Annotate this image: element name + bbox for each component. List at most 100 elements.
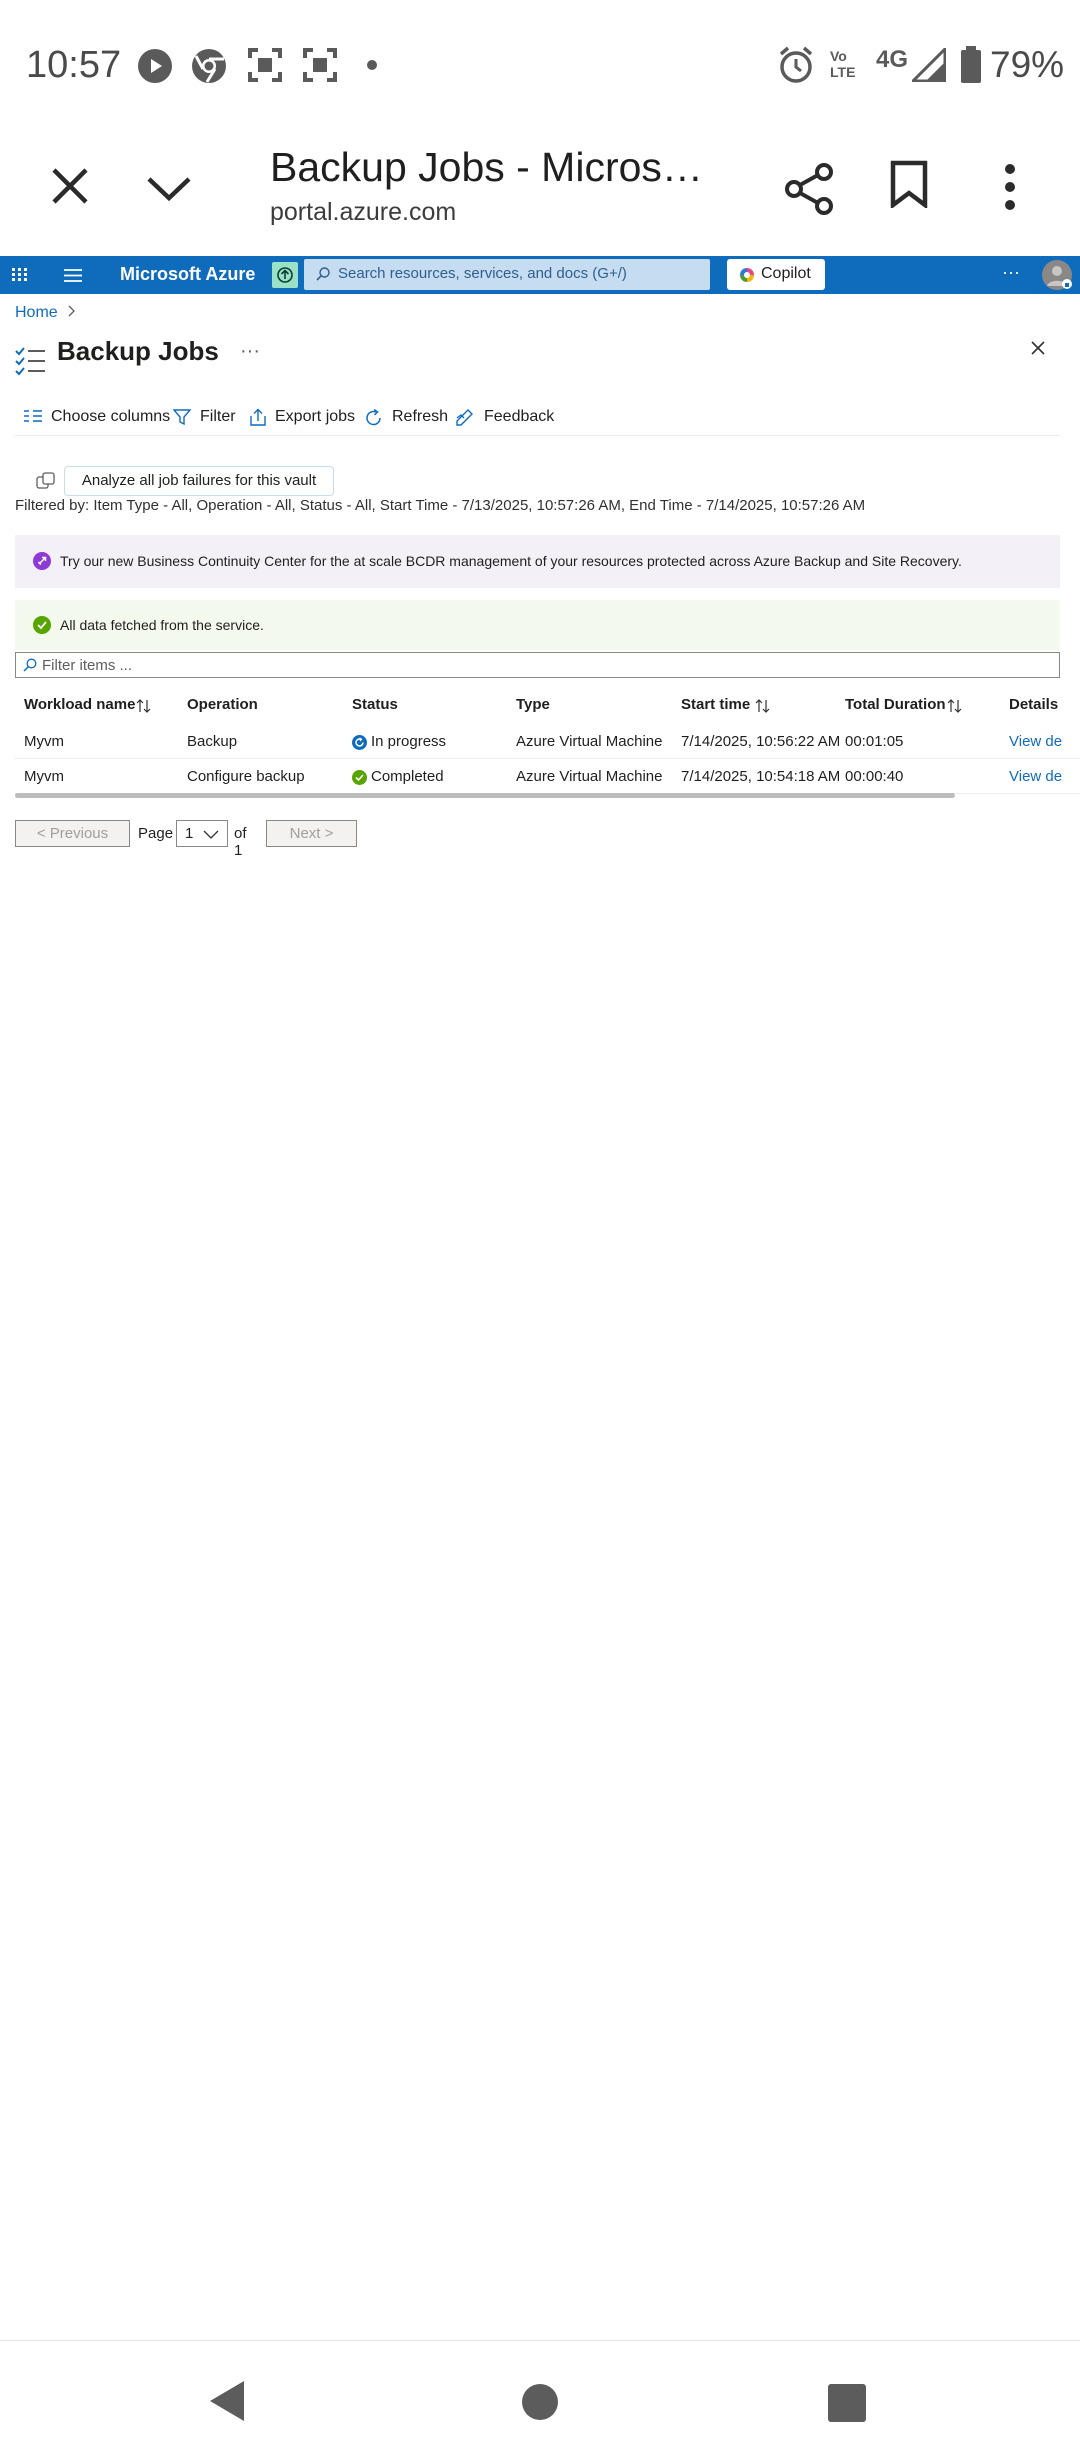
col-header-workload[interactable]: Workload name <box>24 688 174 724</box>
refresh-label: Refresh <box>392 408 449 425</box>
home-icon[interactable] <box>521 2383 559 2421</box>
page-label: Page <box>138 825 174 842</box>
filter-button[interactable]: Filter <box>173 403 243 433</box>
app-launcher-icon[interactable] <box>12 268 28 282</box>
copilot-icon <box>740 268 754 282</box>
promo-banner-text: Try our new Business Continuity Center f… <box>60 553 962 569</box>
feedback-icon <box>456 409 473 426</box>
next-page-button[interactable]: Next > <box>266 820 357 847</box>
title-more-button[interactable]: ··· <box>240 340 260 363</box>
sort-icon <box>755 699 770 713</box>
breadcrumb-chevron-icon <box>68 305 76 317</box>
export-jobs-button[interactable]: Export jobs <box>248 403 358 433</box>
col-header-operation-label: Operation <box>187 696 258 713</box>
in-progress-icon <box>352 735 367 750</box>
battery-level: 79% <box>990 44 1065 85</box>
col-header-total-duration[interactable]: Total Duration <box>845 688 985 724</box>
backup-jobs-icon <box>15 347 45 376</box>
filter-icon <box>173 409 191 426</box>
col-header-workload-label: Workload name <box>24 696 136 713</box>
analyze-job-failures-button[interactable]: Analyze all job failures for this vault <box>64 466 334 496</box>
col-header-type: Type <box>516 688 636 724</box>
view-details-link[interactable]: View de <box>1009 733 1062 750</box>
bookmark-icon[interactable] <box>890 160 928 208</box>
filter-summary: Filtered by: Item Type - All, Operation … <box>15 497 866 514</box>
cell-workload: Myvm <box>24 733 64 750</box>
previous-page-button[interactable]: < Previous <box>15 820 130 847</box>
cell-type: Azure Virtual Machine <box>516 733 663 750</box>
cell-status: In progress <box>371 733 447 750</box>
success-banner: All data fetched from the service. <box>15 600 1060 650</box>
cell-operation: Configure backup <box>187 768 305 785</box>
copilot-button[interactable]: Copilot <box>727 259 825 290</box>
rocket-icon <box>33 552 51 570</box>
cell-start-time: 7/14/2025, 10:56:22 AM <box>681 733 841 750</box>
chrome-notification-icon <box>192 49 226 83</box>
sort-icon <box>136 699 151 713</box>
col-header-type-label: Type <box>516 696 550 713</box>
cell-workload: Myvm <box>24 768 64 785</box>
copilot-analyze-icon <box>36 472 55 489</box>
refresh-icon <box>366 408 381 426</box>
back-icon[interactable] <box>208 2379 246 2423</box>
cell-status: Completed <box>371 768 444 785</box>
choose-columns-label: Choose columns <box>51 408 171 425</box>
col-header-status-label: Status <box>352 696 398 713</box>
cell-operation: Backup <box>187 733 238 750</box>
upgrade-icon[interactable] <box>272 262 298 288</box>
screenshot-notification-icon-2 <box>303 48 337 82</box>
page-select[interactable]: 1 <box>176 820 228 847</box>
tab-title: Backup Jobs - Micros… <box>270 144 703 190</box>
export-jobs-label: Export jobs <box>275 408 356 425</box>
col-header-start-time[interactable]: Start time <box>681 688 801 724</box>
android-nav-bar <box>0 2340 1080 2460</box>
custom-tab-bar: Backup Jobs - Micros… portal.azure.com <box>0 130 1080 258</box>
choose-columns-button[interactable]: Choose columns <box>23 403 173 433</box>
feedback-label: Feedback <box>484 408 555 425</box>
status-time: 10:57 <box>26 44 122 86</box>
more-vert-icon[interactable] <box>1000 162 1020 212</box>
filter-label: Filter <box>200 408 236 425</box>
share-icon[interactable] <box>784 162 834 216</box>
success-banner-text: All data fetched from the service. <box>60 617 264 633</box>
table-row[interactable]: Myvm Backup In progress Azure Virtual Ma… <box>15 724 1080 759</box>
page-title: Backup Jobs <box>57 336 219 366</box>
volte-indicator: Vo LTE <box>830 48 856 80</box>
search-icon <box>316 267 330 281</box>
business-continuity-banner[interactable]: Try our new Business Continuity Center f… <box>15 535 1060 588</box>
close-blade-icon[interactable] <box>1030 340 1046 356</box>
refresh-button[interactable]: Refresh <box>364 403 449 433</box>
filter-items-input[interactable] <box>42 655 1042 675</box>
export-icon <box>250 408 266 426</box>
azure-brand[interactable]: Microsoft Azure <box>120 264 255 285</box>
play-notification-icon <box>138 49 172 83</box>
horizontal-scrollbar[interactable] <box>15 793 955 798</box>
azure-search-box[interactable]: Search resources, services, and docs (G+… <box>304 259 710 290</box>
success-check-icon <box>33 616 51 634</box>
more-notifications-dot-icon <box>367 60 377 70</box>
search-placeholder: Search resources, services, and docs (G+… <box>338 265 627 282</box>
view-details-link[interactable]: View de <box>1009 768 1062 785</box>
chevron-down-icon[interactable] <box>146 176 192 202</box>
col-header-details-label: Details <box>1009 696 1059 713</box>
recents-icon[interactable] <box>828 2384 866 2422</box>
filter-search-icon <box>23 658 37 672</box>
columns-icon <box>24 410 42 422</box>
network-type: 4G <box>876 46 909 73</box>
filter-items-field[interactable] <box>15 652 1060 678</box>
breadcrumb-home[interactable]: Home <box>15 304 58 321</box>
sort-icon <box>947 699 962 713</box>
alarm-icon <box>779 46 813 83</box>
hamburger-menu-icon[interactable] <box>64 269 82 282</box>
status-bar: 10:57 Vo LTE 4G 79% <box>0 0 1080 130</box>
signal-icon <box>912 48 946 82</box>
col-header-details: Details <box>1009 688 1080 724</box>
azure-top-bar: Microsoft Azure Search resources, servic… <box>0 256 1080 294</box>
col-header-start-time-label: Start time <box>681 696 751 713</box>
table-row[interactable]: Myvm Configure backup Completed Azure Vi… <box>15 759 1080 794</box>
close-tab-icon[interactable] <box>50 166 90 206</box>
account-avatar-icon[interactable] <box>1040 259 1074 291</box>
tab-url: portal.azure.com <box>270 198 457 226</box>
topbar-more-button[interactable]: ··· <box>1002 262 1020 283</box>
feedback-button[interactable]: Feedback <box>455 403 555 433</box>
